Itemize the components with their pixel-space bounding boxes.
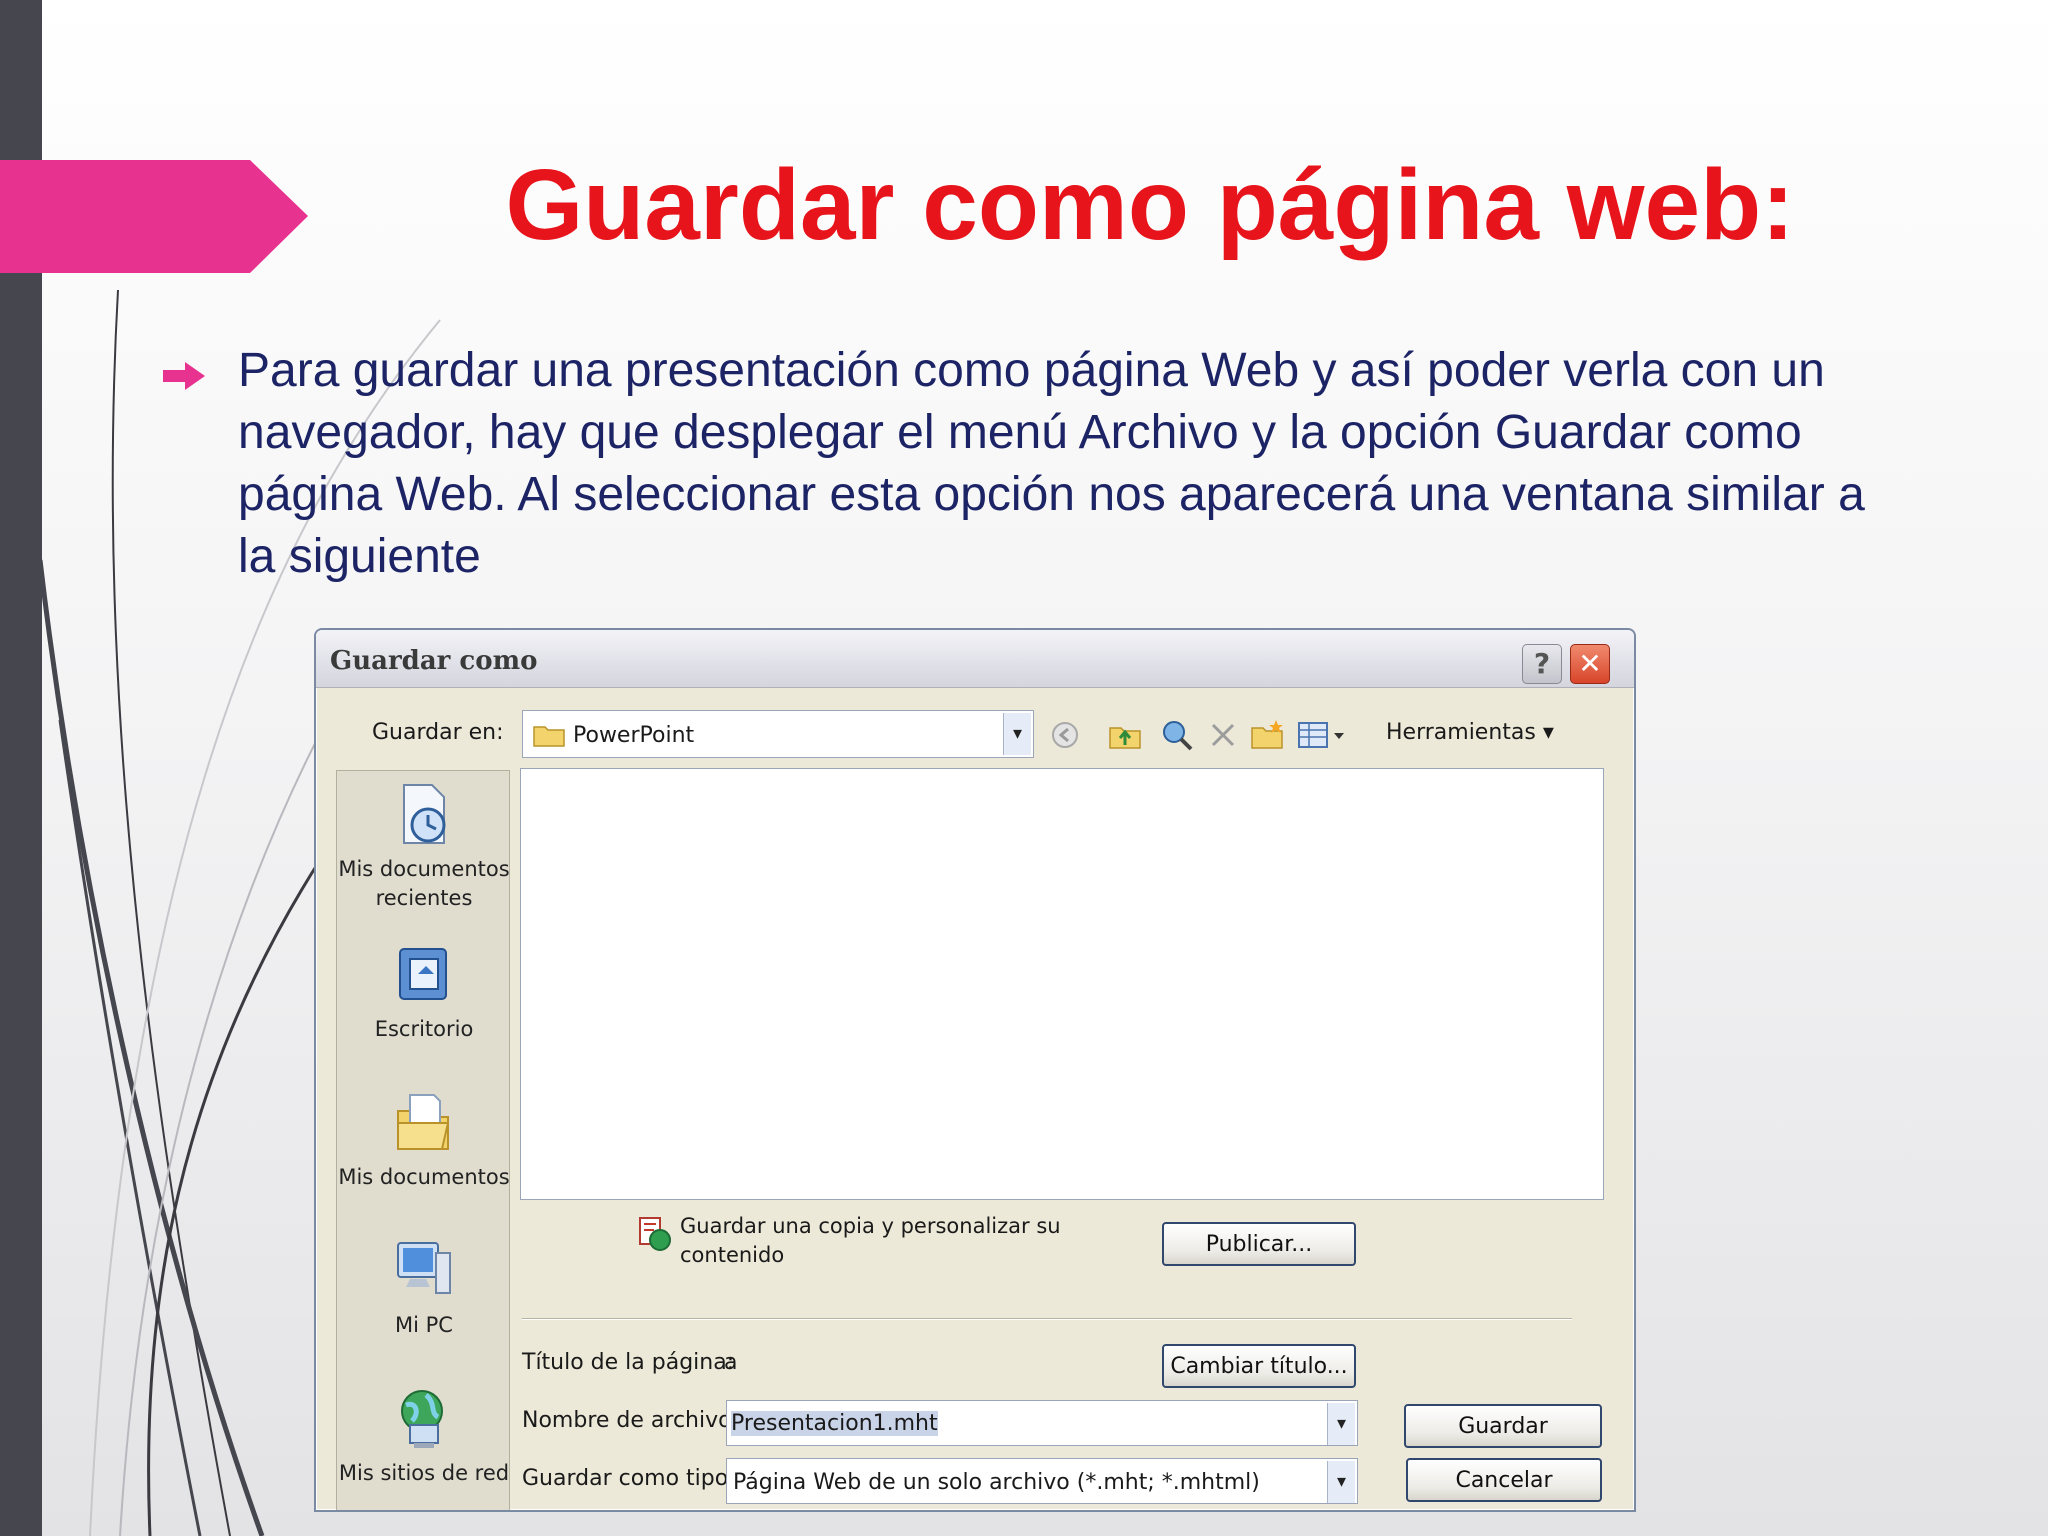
save-in-value: PowerPoint xyxy=(573,723,695,748)
publish-button[interactable]: Publicar... xyxy=(1162,1222,1356,1266)
up-folder-icon[interactable] xyxy=(1108,718,1142,752)
chevron-down-icon[interactable]: ▾ xyxy=(1003,713,1031,755)
my-computer-icon xyxy=(397,1242,451,1294)
views-dropdown-icon[interactable] xyxy=(1332,718,1346,752)
file-list-area[interactable] xyxy=(520,768,1604,1200)
bullet-arrow-icon xyxy=(163,362,205,390)
filename-field[interactable]: Presentacion1.mht ▾ xyxy=(726,1400,1358,1446)
divider xyxy=(522,1318,1572,1320)
chevron-down-icon[interactable]: ▾ xyxy=(1327,1403,1355,1445)
page-title-value: a xyxy=(724,1350,738,1375)
place-my-computer[interactable]: Mi PC xyxy=(337,1235,511,1340)
place-network[interactable]: Mis sitios de red xyxy=(337,1383,511,1488)
chevron-down-icon[interactable]: ▾ xyxy=(1327,1461,1355,1503)
filetype-label: Guardar como tipo: xyxy=(522,1466,736,1491)
save-as-dialog: Guardar como ? ✕ Guardar en: PowerPoint … xyxy=(314,628,1636,1512)
place-recent-documents[interactable]: Mis documentos recientes xyxy=(337,779,511,913)
place-label: Mi PC xyxy=(395,1313,453,1337)
views-icon[interactable] xyxy=(1296,718,1330,752)
slide-body-text: Para guardar una presentación como págin… xyxy=(238,344,1865,583)
recent-documents-icon xyxy=(403,784,446,844)
filetype-dropdown[interactable]: Página Web de un solo archivo (*.mht; *.… xyxy=(726,1458,1358,1504)
folder-icon xyxy=(533,726,565,747)
filename-value: Presentacion1.mht xyxy=(731,1411,938,1436)
dialog-titlebar[interactable]: Guardar como ? ✕ xyxy=(316,630,1634,688)
desktop-icon xyxy=(399,948,447,1000)
change-title-button[interactable]: Cambiar título... xyxy=(1162,1344,1356,1388)
delete-icon[interactable] xyxy=(1206,718,1240,752)
back-icon[interactable] xyxy=(1048,718,1082,752)
place-label: Mis sitios de red xyxy=(338,1461,510,1485)
dialog-title: Guardar como xyxy=(330,646,538,676)
place-label: Mis documentos xyxy=(338,1165,510,1189)
place-label: Mis documentos recientes xyxy=(338,857,510,910)
slide-title: Guardar como página web: xyxy=(505,149,1795,261)
tools-menu[interactable]: Herramientas ▾ xyxy=(1386,720,1554,745)
customize-copy-label: Guardar una copia y personalizar su cont… xyxy=(680,1214,1061,1267)
filetype-value: Página Web de un solo archivo (*.mht; *.… xyxy=(733,1470,1260,1495)
filename-label: Nombre de archivo: xyxy=(522,1408,739,1433)
close-button[interactable]: ✕ xyxy=(1570,644,1610,684)
my-documents-icon xyxy=(397,1094,450,1150)
save-in-label: Guardar en: xyxy=(372,720,504,745)
customize-copy-icon xyxy=(639,1217,671,1251)
title-accent-arrow xyxy=(0,160,308,273)
search-web-icon[interactable] xyxy=(1160,718,1194,752)
place-my-documents[interactable]: Mis documentos xyxy=(337,1087,511,1192)
cancel-button[interactable]: Cancelar xyxy=(1406,1458,1602,1502)
new-folder-icon[interactable] xyxy=(1250,718,1284,752)
place-label: Escritorio xyxy=(374,1017,474,1041)
network-places-icon xyxy=(401,1390,443,1448)
save-in-dropdown[interactable]: PowerPoint ▾ xyxy=(522,710,1034,758)
places-bar: Mis documentos recientes Escritorio Mis … xyxy=(336,770,511,1510)
save-button[interactable]: Guardar xyxy=(1404,1404,1602,1448)
page-title-label: Título de la página: xyxy=(522,1350,735,1375)
help-button[interactable]: ? xyxy=(1522,644,1562,684)
place-desktop[interactable]: Escritorio xyxy=(337,939,511,1044)
